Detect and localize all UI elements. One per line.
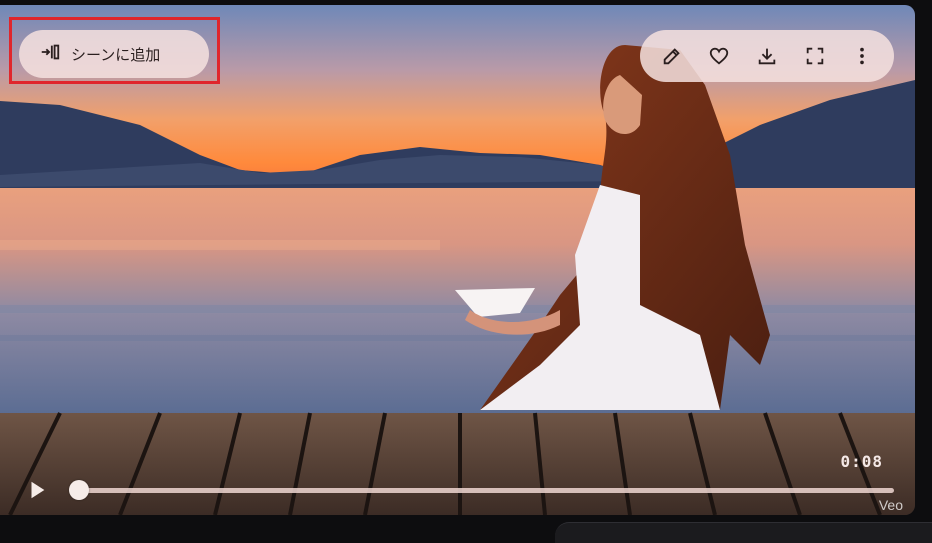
current-time: 0:08 [840,452,883,471]
fullscreen-icon [806,47,823,65]
progress-bar[interactable] [79,488,894,493]
more-options-button[interactable] [845,39,879,73]
favorite-button[interactable] [702,39,736,73]
download-button[interactable] [750,39,784,73]
progress-thumb[interactable] [69,480,89,500]
edit-button[interactable] [655,39,689,73]
more-vert-icon [860,47,865,65]
video-player[interactable]: シーンに追加 0:08 Veo [0,5,915,515]
pencil-icon [663,48,680,65]
add-to-scene-label: シーンに追加 [71,45,161,64]
download-icon [758,48,776,65]
heart-icon [710,47,729,65]
fullscreen-button[interactable] [798,39,832,73]
player-toolbar [640,30,894,82]
add-to-scene-button[interactable]: シーンに追加 [19,30,209,78]
play-button[interactable] [26,479,48,501]
add-to-scene-icon [39,41,61,67]
veo-watermark: Veo [878,497,903,513]
play-icon [31,481,45,499]
